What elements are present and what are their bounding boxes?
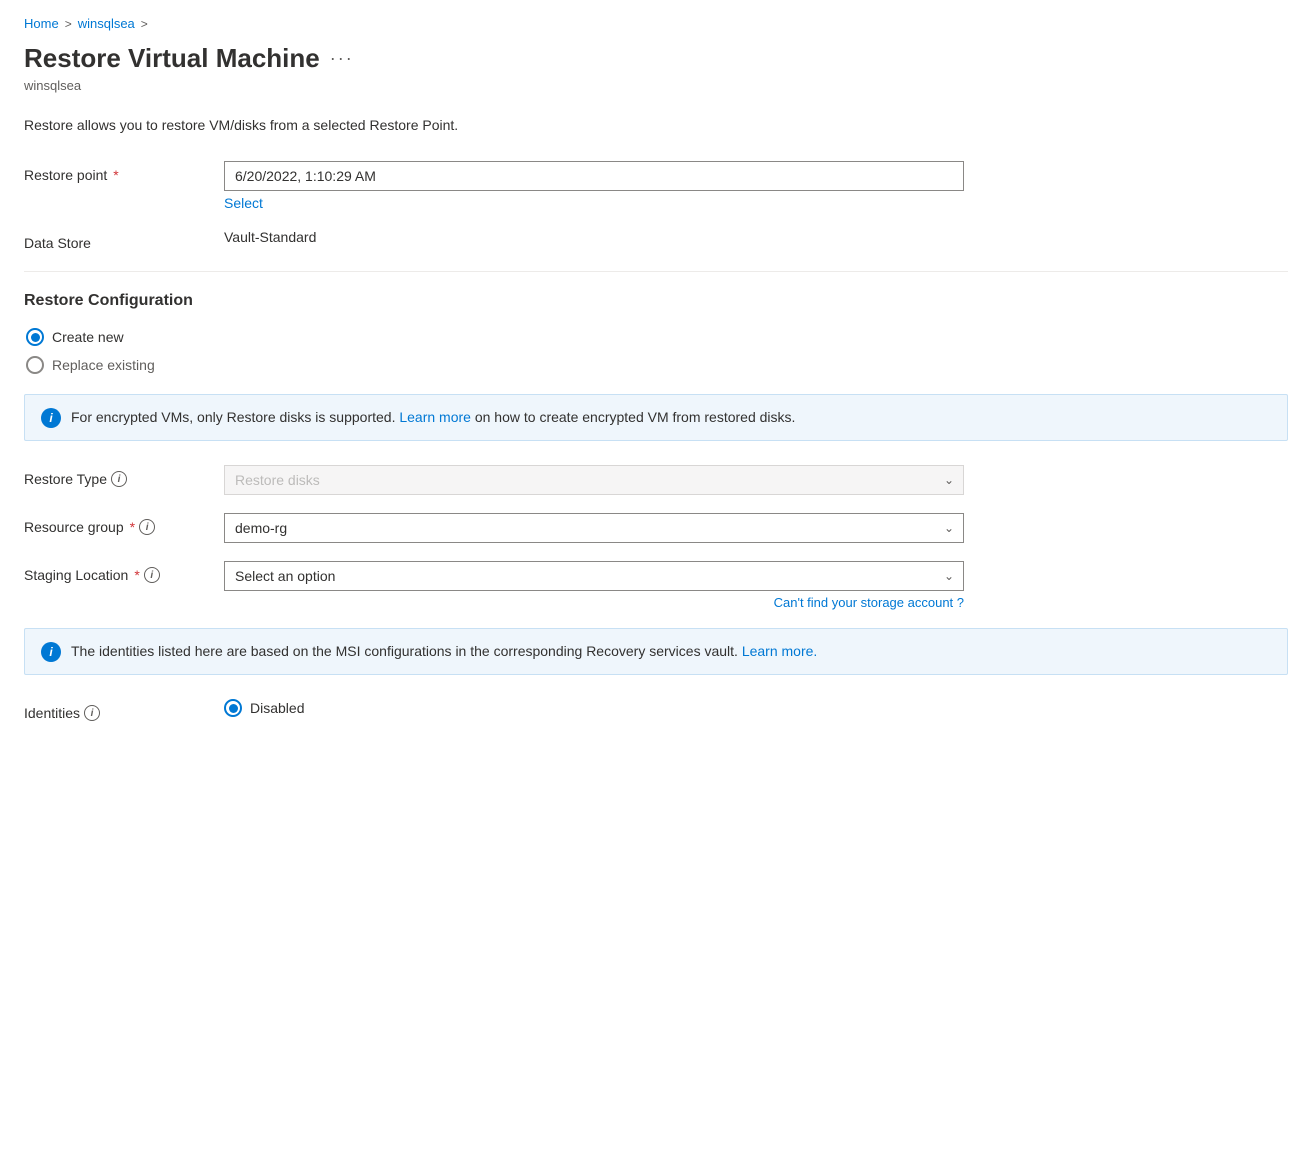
restore-configuration-radio-group: Create new Replace existing — [26, 328, 1288, 374]
data-store-text: Vault-Standard — [224, 223, 316, 245]
info-banner-learn-more-link-1[interactable]: Learn more — [399, 409, 471, 425]
breadcrumb-separator-1: > — [65, 17, 72, 31]
staging-location-info-icon[interactable]: i — [144, 567, 160, 583]
replace-existing-radio[interactable] — [26, 356, 44, 374]
cant-find-storage-link[interactable]: Can't find your storage account ? — [224, 595, 964, 610]
identities-label: Identities i — [24, 699, 224, 721]
info-banner-text-1: For encrypted VMs, only Restore disks is… — [71, 407, 795, 428]
page-title: Restore Virtual Machine — [24, 43, 320, 74]
resource-group-required: * — [130, 519, 135, 535]
ellipsis-menu-icon[interactable]: ··· — [330, 48, 354, 69]
replace-existing-option[interactable]: Replace existing — [26, 356, 1288, 374]
restore-point-value: Select — [224, 161, 964, 211]
restore-type-select[interactable]: Restore disks — [224, 465, 964, 495]
restore-point-select-link[interactable]: Select — [224, 195, 263, 211]
breadcrumb-separator-2: > — [141, 17, 148, 31]
restore-point-required: * — [113, 167, 118, 183]
staging-location-wrapper: Select an option ⌄ Can't find your stora… — [224, 561, 964, 610]
divider-1 — [24, 271, 1288, 272]
info-banner-learn-more-link-2[interactable]: Learn more. — [742, 643, 817, 659]
identities-disabled-option[interactable]: Disabled — [224, 699, 964, 717]
breadcrumb-winsqlsea[interactable]: winsqlsea — [78, 16, 135, 31]
staging-location-label: Staging Location * i — [24, 561, 224, 583]
resource-group-label: Resource group * i — [24, 513, 224, 535]
replace-existing-label: Replace existing — [52, 357, 155, 373]
breadcrumb: Home > winsqlsea > — [24, 16, 1288, 31]
identities-disabled-label: Disabled — [250, 700, 304, 716]
restore-point-row: Restore point * Select — [24, 161, 1288, 211]
resource-group-row: Resource group * i demo-rg ⌄ — [24, 513, 1288, 543]
restore-type-select-wrapper: Restore disks ⌄ — [224, 465, 964, 495]
breadcrumb-home[interactable]: Home — [24, 16, 59, 31]
identities-info-icon[interactable]: i — [84, 705, 100, 721]
restore-configuration-section: Restore Configuration Create new Replace… — [24, 292, 1288, 374]
info-banner-icon-2: i — [41, 642, 61, 662]
restore-point-label: Restore point * — [24, 161, 224, 183]
page-header: Restore Virtual Machine ··· — [24, 43, 1288, 74]
restore-type-label: Restore Type i — [24, 465, 224, 487]
identities-row: Identities i Disabled — [24, 699, 1288, 721]
info-banner-text-2: The identities listed here are based on … — [71, 641, 817, 662]
staging-location-select[interactable]: Select an option — [224, 561, 964, 591]
data-store-value: Vault-Standard — [224, 229, 964, 245]
resource-group-info-icon[interactable]: i — [139, 519, 155, 535]
data-store-row: Data Store Vault-Standard — [24, 229, 1288, 251]
data-store-label: Data Store — [24, 229, 224, 251]
identities-value: Disabled — [224, 699, 964, 717]
restore-point-input[interactable] — [224, 161, 964, 191]
resource-group-select-wrapper: demo-rg ⌄ — [224, 513, 964, 543]
info-banner-icon-1: i — [41, 408, 61, 428]
info-banner-identities: i The identities listed here are based o… — [24, 628, 1288, 675]
staging-location-row: Staging Location * i Select an option ⌄ … — [24, 561, 1288, 610]
staging-location-required: * — [134, 567, 139, 583]
create-new-label: Create new — [52, 329, 124, 345]
page-subtitle: winsqlsea — [24, 78, 1288, 93]
identities-disabled-radio[interactable] — [224, 699, 242, 717]
restore-configuration-heading: Restore Configuration — [24, 292, 1288, 310]
create-new-radio[interactable] — [26, 328, 44, 346]
create-new-option[interactable]: Create new — [26, 328, 1288, 346]
restore-type-info-icon[interactable]: i — [111, 471, 127, 487]
restore-type-row: Restore Type i Restore disks ⌄ — [24, 465, 1288, 495]
info-banner-encrypted: i For encrypted VMs, only Restore disks … — [24, 394, 1288, 441]
resource-group-select[interactable]: demo-rg — [224, 513, 964, 543]
description-text: Restore allows you to restore VM/disks f… — [24, 117, 1288, 133]
restore-point-section: Restore point * Select Data Store Vault-… — [24, 161, 1288, 251]
staging-location-select-wrapper: Select an option ⌄ — [224, 561, 964, 591]
